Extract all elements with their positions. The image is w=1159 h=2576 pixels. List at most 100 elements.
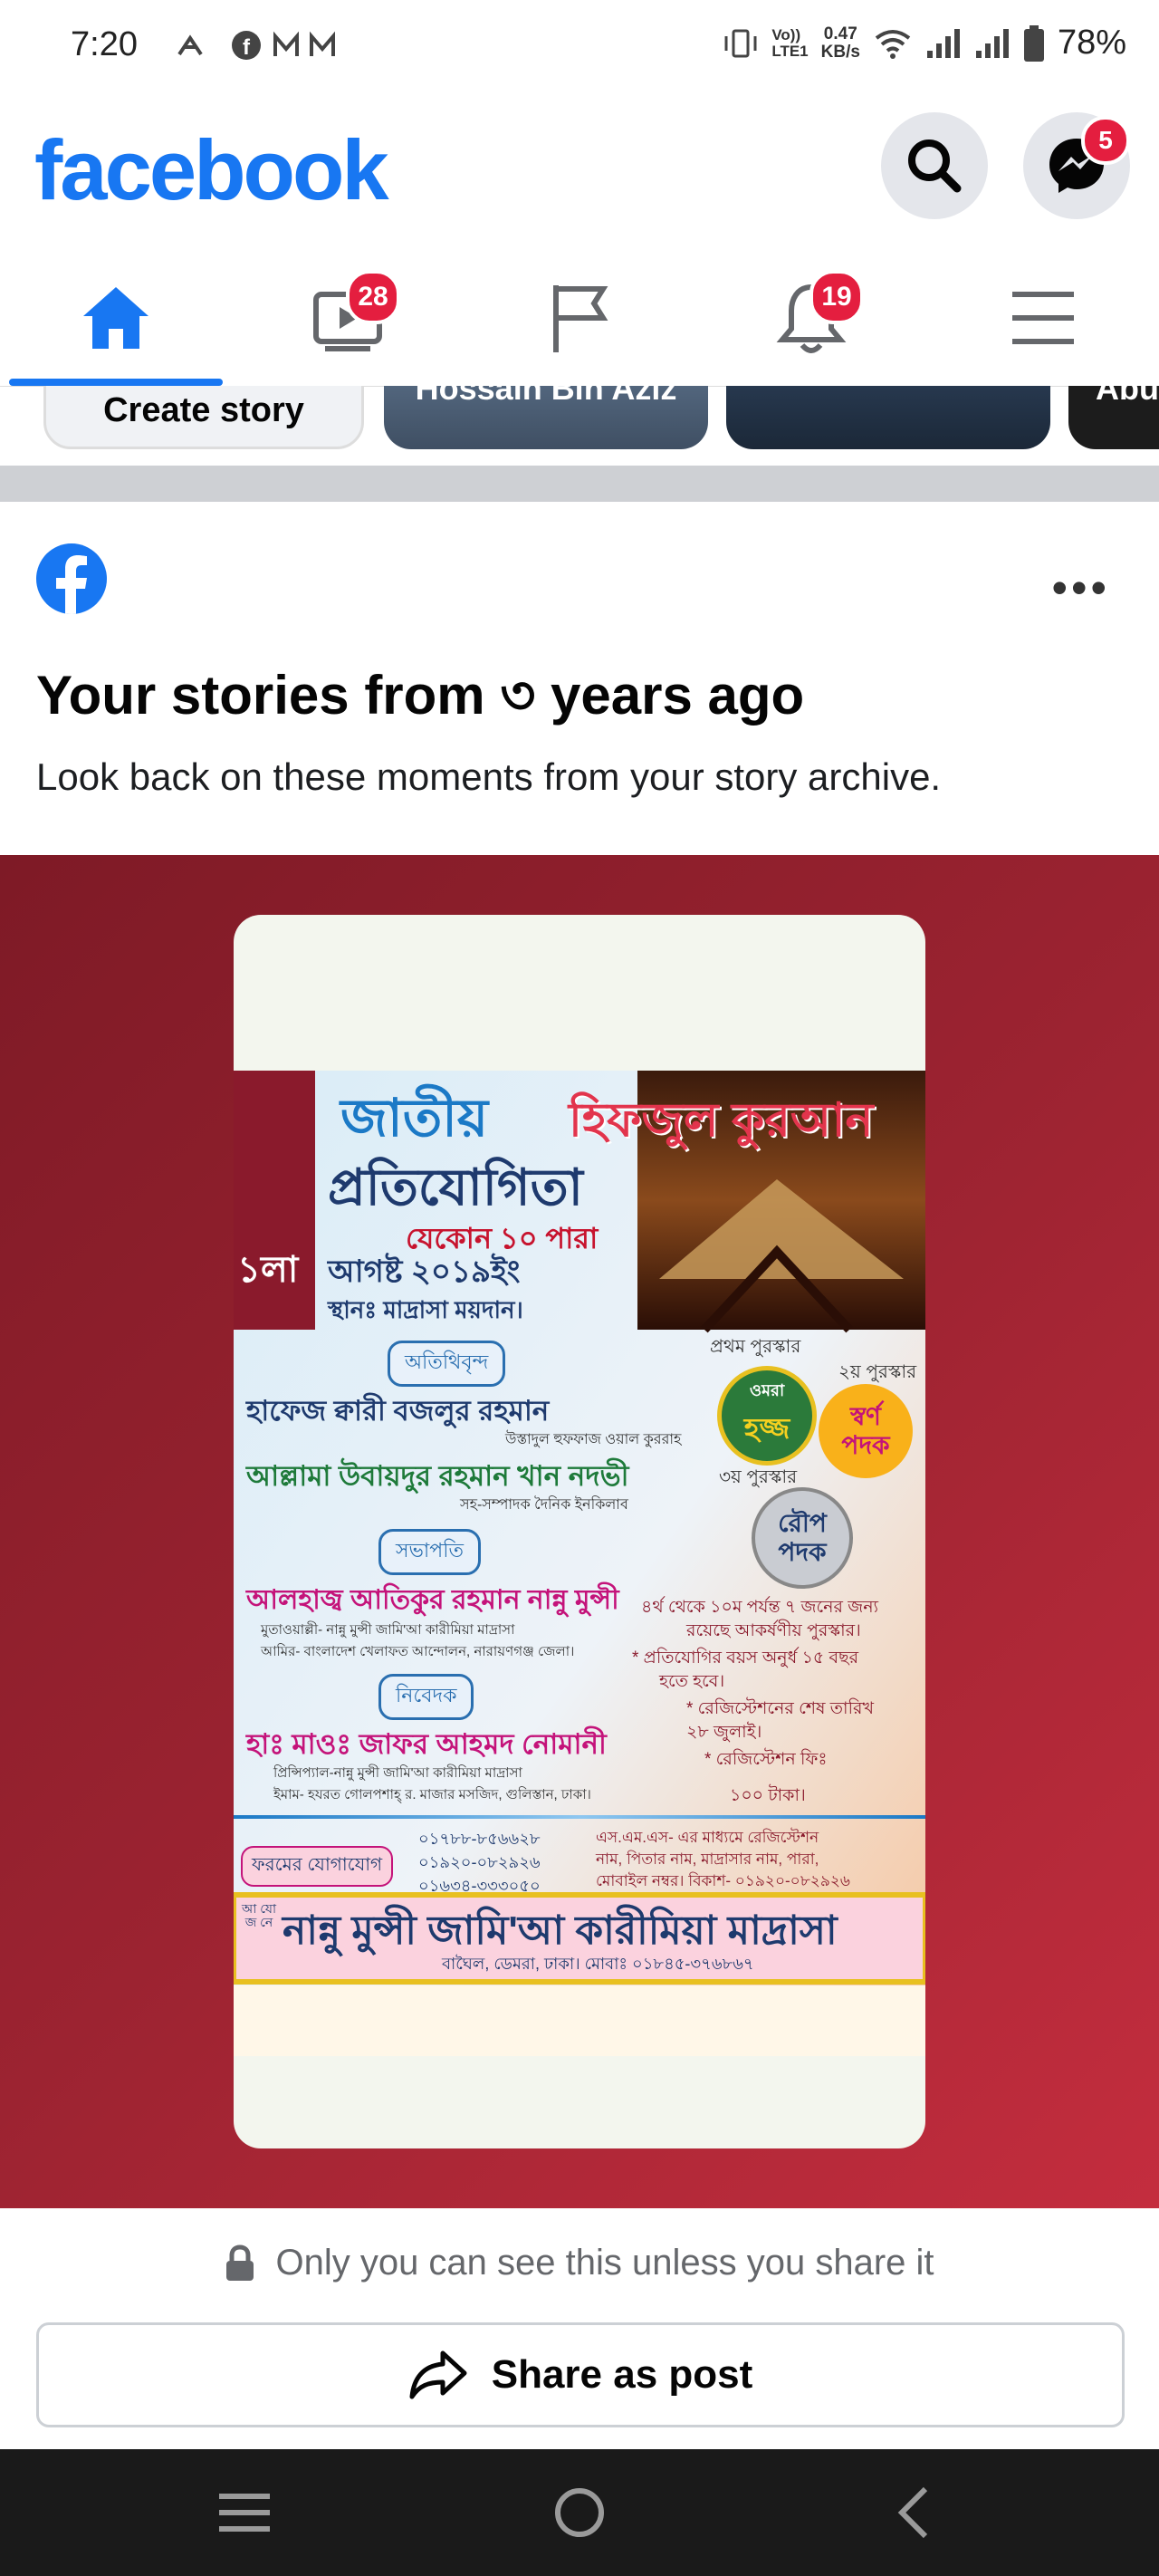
back-button[interactable]	[822, 2449, 1003, 2576]
status-time: 7:20	[71, 25, 138, 63]
app-notification-icons: f	[177, 31, 335, 60]
lte-label: LTE1	[771, 42, 809, 60]
system-navigation-bar	[0, 2449, 1159, 2576]
facebook-f-icon	[56, 555, 87, 614]
flag-icon	[553, 285, 608, 352]
svg-text:f: f	[243, 35, 251, 60]
memory-subtitle: Look back on these moments from your sto…	[36, 755, 942, 798]
poster-prize1-label: প্রথম পুরস্কার	[710, 1337, 801, 1357]
lock-icon	[226, 2244, 254, 2281]
prize2-badge: স্বর্ণ পদক	[819, 1384, 913, 1478]
poster-rule4b: ১০০ টাকা।	[730, 1786, 806, 1805]
nav-tabs: 28 19	[0, 250, 1159, 387]
poster-guest1: হাফেজ ক্বারী বজলুর রহমান	[246, 1395, 550, 1427]
poster-contact-label: ফরমের যোগাযোগ	[241, 1846, 394, 1887]
poster-divider	[234, 1815, 925, 1819]
story-friend1-name: Hossain Bin Aziz	[415, 386, 677, 407]
facebook-round-icon	[36, 543, 107, 614]
story-friend3-name: Abu	[1096, 386, 1159, 407]
status-right: Vo)) LTE1 0.47 KB/s 78%	[723, 24, 1126, 62]
tab-home[interactable]	[0, 250, 232, 386]
active-tab-indicator	[9, 379, 223, 386]
poster-date-day: ১লা	[237, 1250, 299, 1290]
search-button[interactable]	[881, 112, 988, 219]
prize1-text-b: হজ্জ	[743, 1411, 790, 1445]
home-icon	[83, 287, 148, 349]
facebook-logo: facebook	[34, 122, 389, 217]
poster-chair: আলহাজ্ব আতিকুর রহমান নান্নু মুন্সী	[246, 1585, 619, 1615]
tab-menu[interactable]	[927, 250, 1159, 386]
prize1-text-a: ওমরা	[749, 1380, 785, 1399]
share-arrow-icon	[409, 2350, 467, 2399]
prize3-text-b: পদক	[778, 1538, 827, 1566]
poster-organizer-label: নিবেদক	[378, 1674, 474, 1720]
tab-pages[interactable]	[464, 250, 695, 386]
tab-video[interactable]: 28	[232, 250, 464, 386]
poster-guest2-role: সহ-সম্পাদক দৈনিক ইনকিলাব	[460, 1497, 628, 1513]
messenger-button[interactable]: 5	[1023, 112, 1130, 219]
prize2-text-a: স্বর্ণ	[850, 1402, 881, 1430]
back-chevron-icon	[897, 2486, 928, 2539]
poster-chair-role1: মুতাওয়াল্লী- নান্নু মুন্সী জামি'আ কারীম…	[261, 1622, 515, 1638]
poster-guests-label: অতিথিবৃন্দ	[388, 1341, 506, 1387]
poster-rule3b: ২৮ জুলাই।	[686, 1723, 762, 1742]
poster-host-tag: আ যো জ নে	[241, 1901, 277, 1929]
more-options-button[interactable]: •••	[1051, 562, 1110, 614]
recent-apps-icon	[219, 2494, 270, 2532]
search-icon	[908, 139, 962, 193]
menu-icon	[1012, 292, 1074, 344]
story-preview-card[interactable]: জাতীয় হিফজুল কুরআন প্রতিযোগিতা যেকোন ১০…	[234, 915, 925, 2148]
poster-venue: স্থানঃ মাদ্রাসা ময়দান।	[328, 1296, 523, 1323]
privacy-note: Only you can see this unless you share i…	[0, 2243, 1159, 2283]
story-card-friend2[interactable]	[726, 386, 1050, 449]
prize2-text-b: পদক	[841, 1431, 890, 1459]
poster-org-role1: প্রিন্সিপ্যাল-নান্নু মুন্সী জামি'আ কারীম…	[273, 1765, 522, 1781]
signal-icon-1	[926, 28, 960, 58]
stories-strip: Create story Hossain Bin Aziz Abu	[0, 386, 1159, 466]
poster-title-2: হিফজুল কুরআন	[569, 1094, 874, 1147]
poster-guest1-role: উস্তাদুল হুফফাজ ওয়াল কুররাহ	[505, 1432, 682, 1447]
poster-org-role2: ইমাম- হযরত গোলপশাহ্ র. মাজার মসজিদ, গুলি…	[273, 1787, 591, 1802]
prize1-badge: ওমরা হজ্জ	[717, 1366, 817, 1466]
privacy-text: Only you can see this unless you share i…	[275, 2243, 934, 2283]
poster-host-addr: বাঘৈল, ডেমরা, ঢাকা। মোবাঃ ০১৮৪৫-৩৭৬৮৬৭	[442, 1955, 754, 1973]
poster-chair-role2: আমির- বাংলাদেশ খেলাফত আন্দোলন, নারায়ণগঞ…	[261, 1644, 575, 1659]
wifi-icon	[875, 29, 911, 59]
poster-rule2b: হতে হবে।	[659, 1672, 725, 1691]
prize3-badge: রৌপ পদক	[752, 1487, 853, 1589]
speed-unit: KB/s	[820, 42, 860, 62]
share-as-post-button[interactable]: Share as post	[36, 2322, 1125, 2427]
memory-title: Your stories from ৩ years ago	[36, 665, 805, 726]
story-card-friend1[interactable]: Hossain Bin Aziz	[384, 386, 708, 449]
video-badge: 28	[346, 270, 400, 324]
volte-label: Vo))	[771, 25, 801, 43]
poster-chair-label: সভাপতি	[378, 1529, 482, 1575]
poster-rule1b: রয়েছে আকর্ষণীয় পুরস্কার।	[686, 1621, 861, 1640]
story-card-friend3[interactable]: Abu	[1068, 386, 1159, 449]
prize3-text-a: রৌপ	[778, 1509, 827, 1537]
create-story-button[interactable]: Create story	[43, 386, 364, 449]
section-separator	[0, 466, 1159, 502]
messenger-badge: 5	[1081, 116, 1130, 165]
poster-prize2-label: ২য় পুরস্কার	[838, 1362, 917, 1382]
battery-percent: 78%	[1057, 24, 1126, 62]
event-poster: জাতীয় হিফজুল কুরআন প্রতিযোগিতা যেকোন ১০…	[234, 1071, 925, 2056]
battery-icon	[1023, 24, 1044, 62]
signal-icon-2	[975, 28, 1009, 58]
speed-label: 0.47 KB/s	[820, 24, 860, 62]
create-story-label: Create story	[103, 391, 304, 429]
poster-phone3: ০১৬৩৪-৩৩৩০৫০	[418, 1877, 541, 1895]
notification-icons: f	[174, 27, 337, 63]
home-system-button[interactable]	[489, 2449, 670, 2576]
home-circle-icon	[555, 2488, 604, 2537]
speed-value: 0.47	[823, 24, 857, 43]
share-label: Share as post	[491, 2352, 753, 2397]
network-label: Vo)) LTE1	[771, 25, 809, 60]
notifications-badge: 19	[809, 270, 864, 324]
status-bar: 7:20 f Vo)) LTE1 0.47 KB/s 78%	[0, 0, 1159, 96]
recent-apps-button[interactable]	[154, 2449, 335, 2576]
poster-sms3: মোবাইল নম্বর। বিকাশ- ০১৯২০-০৮২৯২৬	[596, 1872, 850, 1889]
poster-rule4: * রেজিস্টেশন ফিঃ	[704, 1750, 828, 1769]
tab-notifications[interactable]: 19	[695, 250, 927, 386]
vibrate-icon	[724, 29, 757, 57]
